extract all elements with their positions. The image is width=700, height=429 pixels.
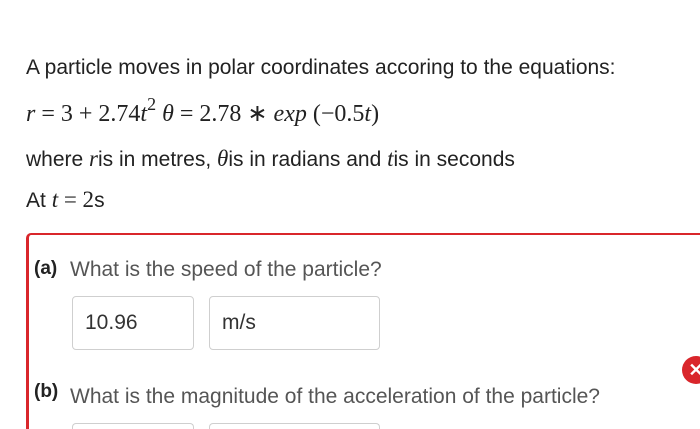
part-b-value-input[interactable] xyxy=(72,423,194,429)
at-prefix: At xyxy=(26,189,52,212)
answer-value-input[interactable]: 10.96 xyxy=(72,296,194,350)
theta-unit-desc: is in radians and xyxy=(228,148,388,171)
theta-var: θ xyxy=(217,146,229,171)
answer-unit-text: m/s xyxy=(222,311,256,334)
part-b-question: What is the magnitude of the acceleratio… xyxy=(70,385,600,408)
question-page: A particle moves in polar coordinates ac… xyxy=(0,0,700,429)
time-condition: At t = 2s xyxy=(26,187,105,213)
answer-value-text: 10.96 xyxy=(85,311,138,334)
theta-symbol: θ xyxy=(162,101,174,127)
equation-line: r = 3 + 2.74t2 θ = 2.78 ∗ exp (−0.5t) xyxy=(26,94,380,128)
r-rhs: = 3 + 2.74 xyxy=(35,101,141,127)
units-description: where ris in metres, θis in radians and … xyxy=(26,146,515,172)
at-equals: = 2 xyxy=(58,187,95,212)
at-unit: s xyxy=(94,189,105,212)
theta-rhs: = 2.78 ∗ xyxy=(173,101,274,127)
part-a-label: (a) xyxy=(34,258,58,279)
exp-word: exp xyxy=(273,101,307,127)
exponent: 2 xyxy=(147,94,157,114)
part-a-question: What is the speed of the particle? xyxy=(70,258,382,281)
r-var: r xyxy=(89,146,98,171)
close-paren: ) xyxy=(371,101,380,127)
problem-intro: A particle moves in polar coordinates ac… xyxy=(26,56,616,79)
part-b-unit-input[interactable] xyxy=(209,423,380,429)
where-text: where xyxy=(26,148,90,171)
answer-unit-input[interactable]: m/s xyxy=(209,296,380,350)
t-unit-desc: is in seconds xyxy=(393,148,515,171)
r-symbol: r xyxy=(26,101,36,127)
exp-argument: (−0.5 xyxy=(306,101,365,127)
part-b-label: (b) xyxy=(34,381,59,402)
r-unit-desc: is in metres, xyxy=(97,148,218,171)
